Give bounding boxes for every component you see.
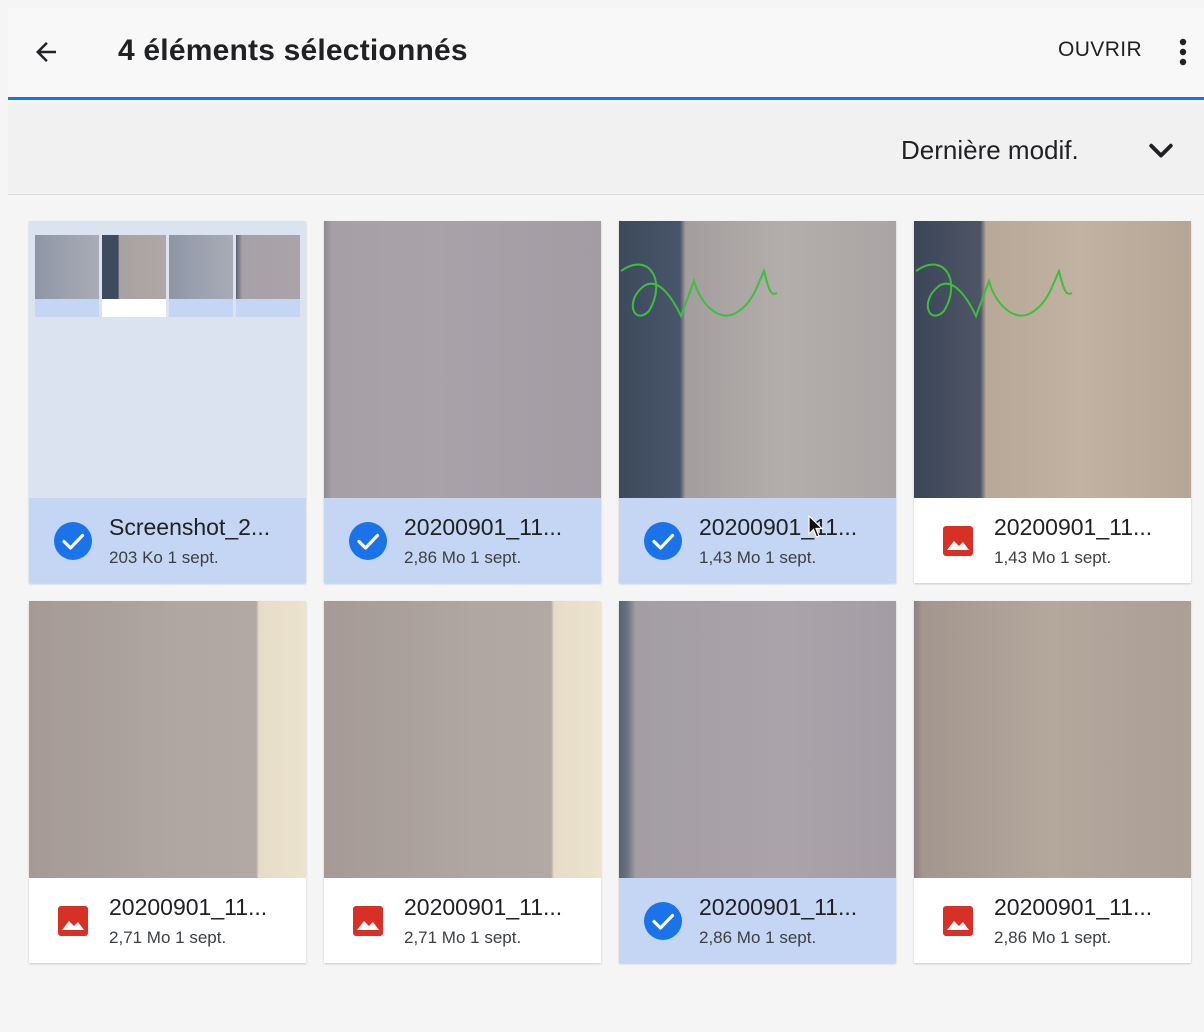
file-name: 20200901_11... (994, 894, 1153, 920)
file-thumbnail (914, 221, 1191, 498)
more-options-button[interactable] (1168, 32, 1198, 72)
file-info: 20200901_11... 2,86 Mo 1 sept. (619, 878, 896, 963)
file-info: 20200901_11... 2,71 Mo 1 sept. (324, 878, 601, 963)
file-grid: Screenshot_2... 203 Ko 1 sept. 20200901_… (29, 221, 1191, 963)
file-name: 20200901_11... (109, 894, 268, 920)
chevron-down-icon (1149, 143, 1173, 158)
file-card[interactable]: 20200901_11... 2,86 Mo 1 sept. (619, 601, 896, 963)
file-info: 20200901_11... 2,86 Mo 1 sept. (324, 498, 601, 583)
file-meta: 2,86 Mo 1 sept. (994, 928, 1112, 947)
file-card[interactable]: 20200901_11... 2,86 Mo 1 sept. (324, 221, 601, 583)
file-meta: 1,43 Mo 1 sept. (699, 548, 817, 567)
sort-label[interactable]: Dernière modif. (901, 135, 1079, 166)
more-vert-icon (1179, 38, 1187, 66)
file-info: Screenshot_2... 203 Ko 1 sept. (29, 498, 306, 583)
file-name: 20200901_11... (404, 514, 563, 540)
check-circle-icon[interactable] (53, 521, 93, 561)
file-meta: 2,71 Mo 1 sept. (109, 928, 227, 947)
file-thumbnail (29, 601, 306, 878)
image-file-icon (938, 521, 978, 561)
file-name: 20200901_11... (404, 894, 563, 920)
file-name: 20200901_11... (699, 514, 858, 540)
file-info: 20200901_11... 1,43 Mo 1 sept. (619, 498, 896, 583)
file-meta: 2,86 Mo 1 sept. (699, 928, 817, 947)
mouse-cursor-icon (808, 515, 824, 538)
file-card[interactable]: 20200901_11... 2,71 Mo 1 sept. (324, 601, 601, 963)
back-button[interactable] (26, 32, 66, 72)
file-name: Screenshot_2... (109, 514, 271, 540)
app-bar: 4 éléments sélectionnés OUVRIR (8, 8, 1204, 100)
file-thumbnail (914, 601, 1191, 878)
check-circle-icon[interactable] (643, 521, 683, 561)
file-card[interactable]: 20200901_11... 1,43 Mo 1 sept. (914, 221, 1191, 583)
file-name: 20200901_11... (699, 894, 858, 920)
arrow-back-icon (36, 42, 56, 62)
file-info: 20200901_11... 1,43 Mo 1 sept. (914, 498, 1191, 583)
image-file-icon (348, 901, 388, 941)
open-button[interactable]: OUVRIR (1058, 38, 1142, 62)
file-meta: 1,43 Mo 1 sept. (994, 548, 1112, 567)
image-file-icon (938, 901, 978, 941)
file-card[interactable]: 20200901_11... 1,43 Mo 1 sept. (619, 221, 896, 583)
selection-title: 4 éléments sélectionnés (118, 34, 468, 67)
sort-bar: Dernière modif. (8, 103, 1204, 195)
green-scribble (620, 263, 778, 319)
green-scribble (915, 263, 1073, 319)
file-card[interactable]: 20200901_11... 2,86 Mo 1 sept. (914, 601, 1191, 963)
file-thumbnail (29, 221, 306, 498)
file-info: 20200901_11... 2,71 Mo 1 sept. (29, 878, 306, 963)
file-card[interactable]: Screenshot_2... 203 Ko 1 sept. (29, 221, 306, 583)
file-meta: 203 Ko 1 sept. (109, 548, 219, 567)
file-card[interactable]: 20200901_11... 2,71 Mo 1 sept. (29, 601, 306, 963)
file-name: 20200901_11... (994, 514, 1153, 540)
file-thumbnail (619, 221, 896, 498)
check-circle-icon[interactable] (348, 521, 388, 561)
file-thumbnail (619, 601, 896, 878)
file-info: 20200901_11... 2,86 Mo 1 sept. (914, 878, 1191, 963)
image-file-icon (53, 901, 93, 941)
sort-dropdown-button[interactable] (1143, 133, 1179, 169)
file-meta: 2,86 Mo 1 sept. (404, 548, 522, 567)
check-circle-icon[interactable] (643, 901, 683, 941)
file-thumbnail (324, 601, 601, 878)
file-thumbnail (324, 221, 601, 498)
file-meta: 2,71 Mo 1 sept. (404, 928, 522, 947)
